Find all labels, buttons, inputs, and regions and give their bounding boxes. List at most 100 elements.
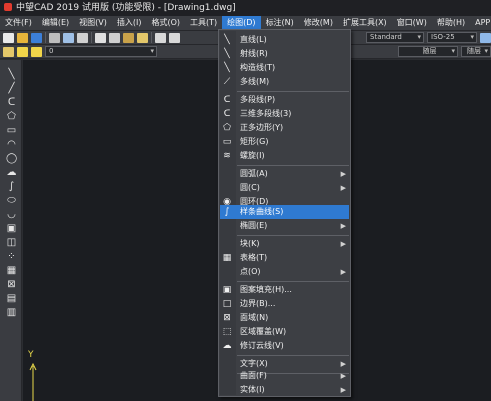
menu-item-hatch[interactable]: ▣ 图案填充(H)... [220,283,349,297]
menu-extension-tools[interactable]: 扩展工具(X) [338,16,392,30]
menu-item-construction-line[interactable]: ╲ 构造线(T) [220,61,349,75]
open-file-icon[interactable] [17,32,28,43]
menu-item-block[interactable]: 块(K) ▶ [220,237,349,251]
menu-view[interactable]: 视图(V) [74,16,112,30]
ucs-y-axis-label: Y [28,350,34,360]
menu-item-helix[interactable]: ≋ 螺旋(I) [220,149,349,163]
menu-item-revcloud[interactable]: ☁ 修订云线(V) [220,339,349,353]
paste-icon[interactable] [123,32,134,43]
dim-style-select[interactable]: ISO-25 [427,32,477,43]
copy-icon[interactable] [109,32,120,43]
redo-icon[interactable] [169,32,180,43]
save-icon[interactable] [31,32,42,43]
menu-item-label: 正多边形(Y) [240,123,284,132]
arc-icon[interactable]: ◠ [6,139,17,150]
layer-manager-icon[interactable] [3,46,14,57]
app-logo-icon [4,3,12,11]
make-block-icon[interactable]: ◫ [6,237,17,248]
spline-icon[interactable]: ∫ [6,181,17,192]
menu-item-line[interactable]: ╲ 直线(L) [220,33,349,47]
line-icon[interactable]: ╲ [6,69,17,80]
hatch-icon: ▣ [222,285,232,295]
menu-format[interactable]: 格式(O) [146,16,185,30]
menu-separator [237,355,349,356]
menu-separator [237,281,349,282]
menu-item-spline[interactable]: ∫ 样条曲线(S) [220,205,349,219]
table-icon[interactable]: ▤ [6,293,17,304]
menu-item-label: 区域覆盖(W) [240,327,287,336]
layer-select[interactable]: 0 [45,46,157,57]
menu-item-label: 三维多段线(3) [240,109,292,118]
menu-insert[interactable]: 插入(I) [112,16,147,30]
menu-separator [237,235,349,236]
menu-item-label: 样条曲线(S) [240,207,284,216]
undo-icon[interactable] [155,32,166,43]
menu-app-plus[interactable]: APP+ [470,16,491,30]
menu-item-ray[interactable]: ╲ 射线(R) [220,47,349,61]
ellipse-arc-icon[interactable]: ◡ [6,209,17,220]
menu-item-wipeout[interactable]: ⬚ 区域覆盖(W) [220,325,349,339]
menu-item-3d-polyline[interactable]: ᑕ 三维多段线(3) [220,107,349,121]
boundary-icon: □ [222,299,232,309]
new-file-icon[interactable] [3,32,14,43]
hatch-icon[interactable]: ▦ [6,265,17,276]
polygon-icon: ⬠ [223,123,231,133]
table-style-icon[interactable] [480,32,491,43]
ellipse-icon[interactable]: ⬭ [6,195,17,206]
menu-file[interactable]: 文件(F) [0,16,37,30]
toolbar-divider [151,32,152,43]
layer-freeze-icon[interactable] [31,46,42,57]
print-icon[interactable] [49,32,60,43]
menu-draw[interactable]: 绘图(D) [222,16,261,30]
table-icon: ▦ [222,253,232,263]
submenu-arrow-icon: ▶ [340,184,346,192]
menu-dimension[interactable]: 标注(N) [261,16,299,30]
menu-item-polygon[interactable]: ⬠ 正多边形(Y) [220,121,349,135]
revcloud-icon[interactable]: ☁ [6,167,17,178]
publish-icon[interactable] [77,32,88,43]
linetype-select[interactable]: 随层 [398,46,458,57]
layer-on-icon[interactable] [17,46,28,57]
menu-item-region[interactable]: ⊠ 面域(N) [220,311,349,325]
menu-item-surface[interactable]: 曲面(F) ▶ [220,369,349,383]
menu-item-rectangle[interactable]: ▭ 矩形(G) [220,135,349,149]
insert-block-icon[interactable]: ▣ [6,223,17,234]
point-icon[interactable]: ⁘ [6,251,17,262]
menu-item-label: 图案填充(H)... [240,285,292,294]
draw-dropdown-menu: ╲ 直线(L) ╲ 射线(R) ╲ 构造线(T) ⟋ 多线(M) ᑕ 多段线(P… [218,29,351,397]
multiline-text-icon[interactable]: ▥ [6,307,17,318]
lineweight-select[interactable]: 随层 [461,46,491,57]
menu-item-label: 射线(R) [240,49,268,58]
revcloud-icon: ☁ [222,341,232,351]
menu-modify[interactable]: 修改(M) [299,16,338,30]
menu-item-circle[interactable]: 圆(C) ▶ [220,181,349,195]
menu-window[interactable]: 窗口(W) [392,16,432,30]
menu-item-polyline[interactable]: ᑕ 多段线(P) [220,93,349,107]
menu-separator [237,91,349,92]
polygon-icon[interactable]: ⬠ [6,111,17,122]
menu-item-arc[interactable]: 圆弧(A) ▶ [220,167,349,181]
menu-edit[interactable]: 编辑(E) [37,16,74,30]
match-properties-icon[interactable] [137,32,148,43]
menu-help[interactable]: 帮助(H) [432,16,470,30]
region-icon[interactable]: ⊠ [6,279,17,290]
menu-item-table[interactable]: ▦ 表格(T) [220,251,349,265]
polyline-icon[interactable]: ᑕ [6,97,17,108]
menu-item-boundary[interactable]: □ 边界(B)... [220,297,349,311]
text-style-select[interactable]: Standard [366,32,424,43]
menu-item-ellipse[interactable]: 椭圆(E) ▶ [220,219,349,233]
circle-icon[interactable]: ◯ [6,153,17,164]
rectangle-icon[interactable]: ▭ [6,125,17,136]
menu-item-label: 多线(M) [240,77,270,86]
submenu-arrow-icon: ▶ [340,268,346,276]
title-bar: 中望CAD 2019 试用版 (功能受限) - [Drawing1.dwg] [0,0,491,16]
ucs-axis-icon [29,362,37,401]
construction-line-icon[interactable]: ╱ [6,83,17,94]
menu-item-point[interactable]: 点(O) ▶ [220,265,349,279]
cut-icon[interactable] [95,32,106,43]
menu-item-solid[interactable]: 实体(I) ▶ [220,383,349,397]
menu-item-multiline[interactable]: ⟋ 多线(M) [220,75,349,89]
menu-tools[interactable]: 工具(T) [185,16,222,30]
print-preview-icon[interactable] [63,32,74,43]
submenu-arrow-icon: ▶ [340,386,346,394]
